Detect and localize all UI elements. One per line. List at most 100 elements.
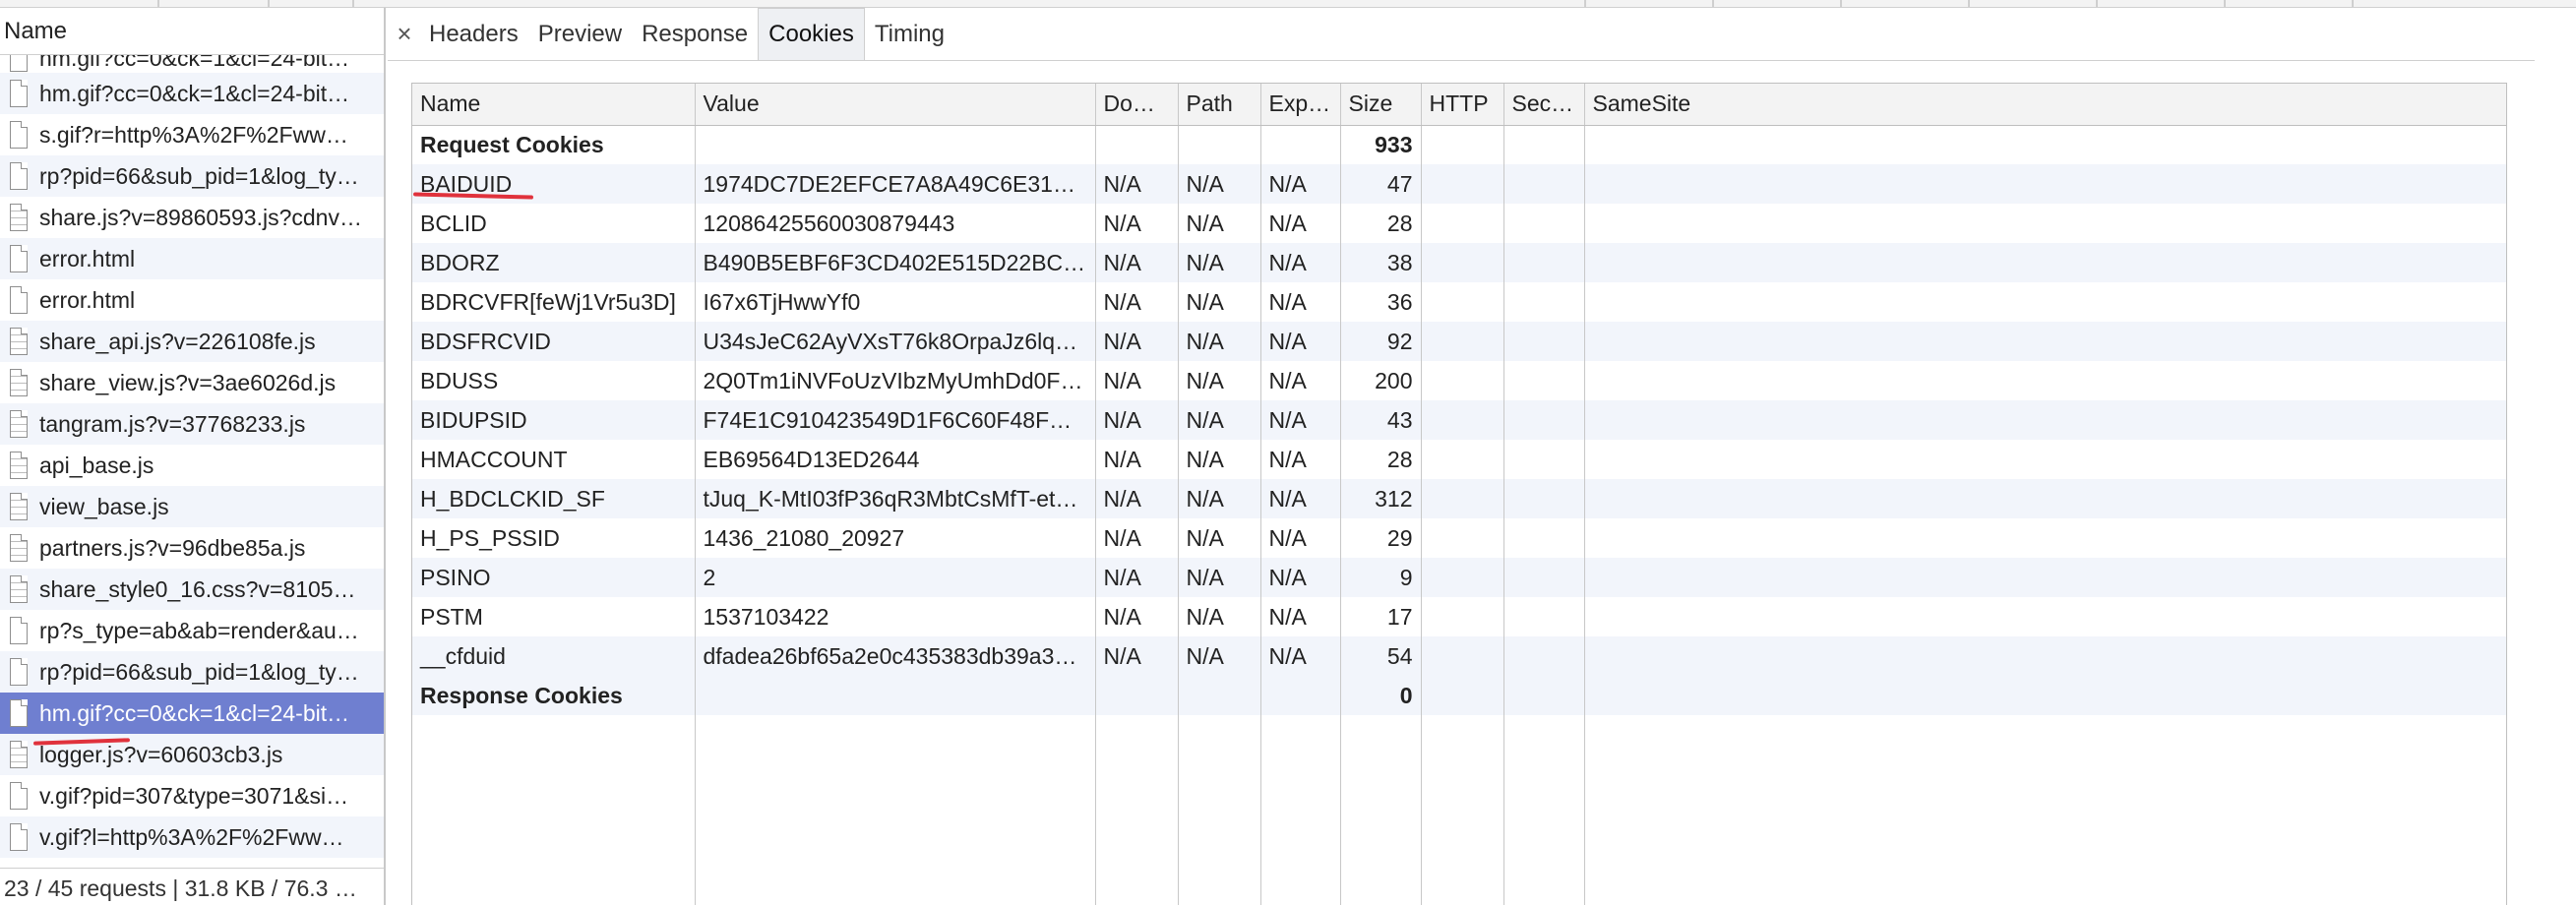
empty-cell <box>1503 558 1585 597</box>
request-name: tangram.js?v=37768233.js <box>39 410 306 437</box>
response-cookies-section-row[interactable]: Response Cookies 0 <box>412 676 2506 715</box>
empty-cell <box>1503 597 1585 636</box>
script-file-icon <box>10 575 28 603</box>
request-row[interactable]: rp?pid=66&sub_pid=1&log_ty… <box>0 651 384 693</box>
cookie-domain: N/A <box>1095 440 1179 479</box>
empty-cell <box>1421 125 1504 164</box>
request-row[interactable]: error.html <box>0 238 384 279</box>
cookie-row[interactable]: BDUSS2Q0Tm1iNVFoUzVIbzMyUmhDd0FVT3ZKYVVT… <box>412 361 2506 400</box>
section-label: Response Cookies <box>412 676 696 715</box>
cookie-expires: N/A <box>1260 322 1341 361</box>
cookies-header-row: Name Value Domain Path Expires /… Size H… <box>412 84 2506 126</box>
script-file-icon <box>10 534 28 562</box>
request-row[interactable]: api_base.js <box>0 445 384 486</box>
cookie-row[interactable]: H_BDCLCKID_SF tJuq_K-MtI03fP36qR3MbtCsMfT… <box>412 479 2506 518</box>
cookie-domain: N/A <box>1095 282 1179 322</box>
tab-preview[interactable]: Preview <box>528 8 632 60</box>
cookie-row[interactable]: H_PS_PSSID 1436_21080_20927 N/A N/A N/A 29 <box>412 518 2506 558</box>
request-row[interactable]: v.gif?l=http%3A%2F%2Fww… <box>0 816 384 858</box>
request-cookies-section-row[interactable]: Request Cookies 933 <box>412 125 2506 164</box>
request-name: v.gif?pid=307&type=3071&si… <box>39 782 349 809</box>
column-header-domain[interactable]: Domain <box>1095 84 1179 126</box>
cookie-name: BAIDUID <box>412 164 696 204</box>
cookie-name: BDSFRCVID <box>412 322 696 361</box>
empty-cell <box>1584 322 2506 361</box>
empty-cell <box>1421 204 1504 243</box>
top-timeline-strip <box>0 0 2576 8</box>
request-detail-pane: × Headers Preview Response Cookies Timin… <box>388 8 2535 905</box>
cookie-domain: N/A <box>1095 479 1179 518</box>
request-row[interactable]: error.html <box>0 279 384 321</box>
cookie-value: 2Q0Tm1iNVFoUzVIbzMyUmhDd0FVT3ZKYVVTQXR1Z… <box>695 361 1096 400</box>
cookie-row[interactable]: BDSFRCVID U34sJeC62AyVXsT76k8OrpaJz6lq_iO… <box>412 322 2506 361</box>
request-row[interactable]: share_api.js?v=226108fe.js <box>0 321 384 362</box>
column-header-size[interactable]: Size <box>1340 84 1422 126</box>
close-icon[interactable]: × <box>390 8 419 60</box>
request-row[interactable]: share_view.js?v=3ae6026d.js <box>0 362 384 403</box>
cookie-expires: N/A <box>1260 282 1341 322</box>
cookie-name: PSINO <box>412 558 696 597</box>
cookie-row[interactable]: BAIDUID1974DC7DE2EFCE7A8A49C6E318DBA1ED:… <box>412 164 2506 204</box>
cookie-row[interactable]: PSTM 1537103422 N/A N/A N/A 17 <box>412 597 2506 636</box>
cookie-row[interactable]: HMACCOUNT EB69564D13ED2644 N/A N/A N/A 28 <box>412 440 2506 479</box>
name-column-header[interactable]: Name <box>0 8 384 55</box>
script-file-icon <box>10 369 28 396</box>
request-row[interactable]: view_base.js <box>0 486 384 527</box>
empty-cell <box>1584 282 2506 322</box>
script-file-icon <box>10 452 28 479</box>
cookie-row[interactable]: BDRCVFR[feWj1Vr5u3D] I67x6TjHwwYf0 N/A N/A N… <box>412 282 2506 322</box>
request-row[interactable]: s.gif?r=http%3A%2F%2Fww… <box>0 114 384 155</box>
tab-response[interactable]: Response <box>632 8 758 60</box>
column-header-value[interactable]: Value <box>695 84 1096 126</box>
tab-cookies[interactable]: Cookies <box>758 8 865 60</box>
empty-cell <box>695 125 1096 164</box>
cookie-row[interactable]: BCLID 12086425560030879443 N/A N/A N/A 28 <box>412 204 2506 243</box>
table-empty-space <box>412 715 2506 905</box>
request-row[interactable]: share.js?v=89860593.js?cdnv… <box>0 197 384 238</box>
request-row[interactable]: hm.gif?cc=0&ck=1&cl=24-bit… <box>0 55 384 73</box>
cookie-domain: N/A <box>1095 597 1179 636</box>
request-name: v.gif?l=http%3A%2F%2Fww… <box>39 823 344 850</box>
cookie-path: N/A <box>1178 322 1261 361</box>
tab-timing[interactable]: Timing <box>865 8 954 60</box>
empty-cell <box>1584 204 2506 243</box>
request-row[interactable]: rp?pid=66&sub_pid=1&log_ty… <box>0 155 384 197</box>
cookie-name: HMACCOUNT <box>412 440 696 479</box>
cookie-name: BIDUPSID <box>412 400 696 440</box>
tab-headers[interactable]: Headers <box>419 8 528 60</box>
request-row[interactable]: tangram.js?v=37768233.js <box>0 403 384 445</box>
cookie-size: 43 <box>1340 400 1422 440</box>
request-name: logger.js?v=60603cb3.js <box>39 741 283 767</box>
cookie-row[interactable]: __cfduid dfadea26bf65a2e0c435383db39a3e43… <box>412 636 2506 676</box>
cookie-value: F74E1C910423549D1F6C60F48FCFBA6C <box>695 400 1096 440</box>
column-header-samesite[interactable]: SameSite <box>1584 84 2506 126</box>
column-header-http[interactable]: HTTP <box>1421 84 1504 126</box>
cookie-expires: N/A <box>1260 479 1341 518</box>
detail-tabs: × Headers Preview Response Cookies Timin… <box>388 8 2535 61</box>
empty-cell <box>695 676 1096 715</box>
cookie-row[interactable]: BDORZB490B5EBF6F3CD402E515D22BCDA1598N/A… <box>412 243 2506 282</box>
cookie-row[interactable]: PSINO 2 N/A N/A N/A 9 <box>412 558 2506 597</box>
empty-cell <box>1178 715 1261 905</box>
request-row[interactable]: v.gif?pid=307&type=3071&si… <box>0 775 384 816</box>
request-row-selected[interactable]: hm.gif?cc=0&ck=1&cl=24-bit… <box>0 693 384 734</box>
empty-cell <box>1178 125 1261 164</box>
cookie-row[interactable]: BIDUPSID F74E1C910423549D1F6C60F48FCFBA6C… <box>412 400 2506 440</box>
empty-cell <box>1503 361 1585 400</box>
cookie-domain: N/A <box>1095 243 1179 282</box>
empty-cell <box>1503 518 1585 558</box>
request-list-pane: Name hm.gif?cc=0&ck=1&cl=24-bit… hm.gif?c… <box>0 8 386 905</box>
request-row[interactable]: hm.gif?cc=0&ck=1&cl=24-bit… <box>0 73 384 114</box>
column-header-secure[interactable]: Secure <box>1503 84 1585 126</box>
file-icon <box>10 658 28 686</box>
column-header-name[interactable]: Name <box>412 84 696 126</box>
request-row[interactable]: share_style0_16.css?v=8105… <box>0 569 384 610</box>
empty-cell <box>1584 440 2506 479</box>
request-row[interactable]: rp?s_type=ab&ab=render&au… <box>0 610 384 651</box>
column-header-expires[interactable]: Expires /… <box>1260 84 1341 126</box>
timeline-tick <box>2096 0 2098 7</box>
cookie-path: N/A <box>1178 440 1261 479</box>
request-name: rp?pid=66&sub_pid=1&log_ty… <box>39 658 359 685</box>
request-row[interactable]: partners.js?v=96dbe85a.js <box>0 527 384 569</box>
column-header-path[interactable]: Path <box>1178 84 1261 126</box>
